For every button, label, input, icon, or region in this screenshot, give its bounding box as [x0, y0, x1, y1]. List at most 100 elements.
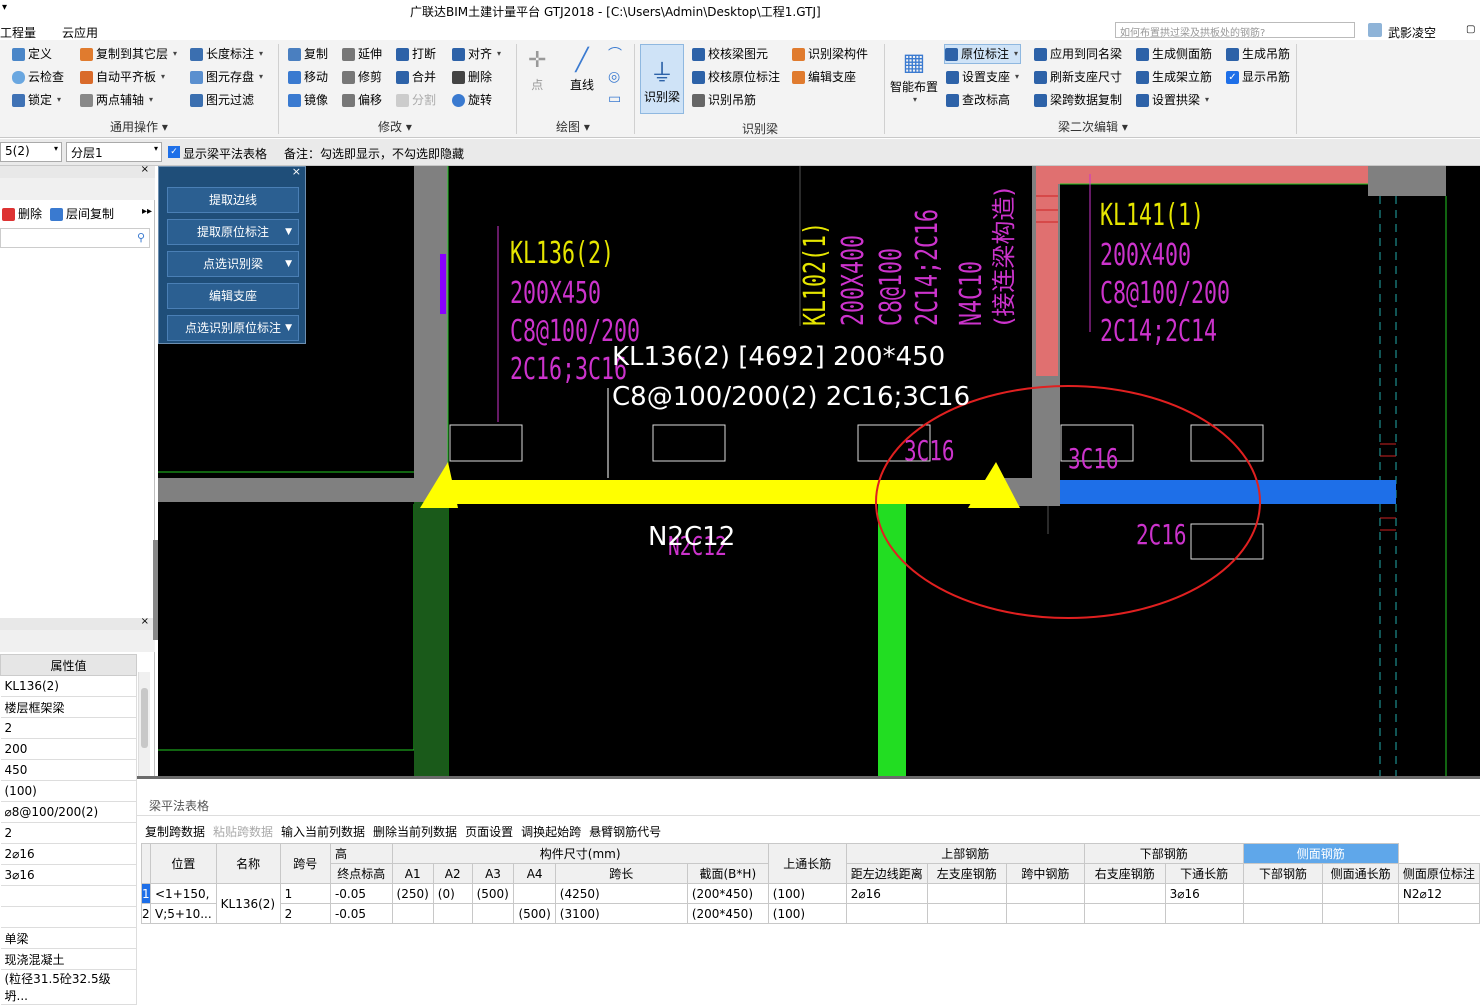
- prop-value[interactable]: [0, 906, 137, 928]
- gen-erection-bar-button[interactable]: 生成架立筋: [1136, 67, 1212, 87]
- col-span-length: 跨长: [554, 863, 688, 884]
- window-box-icon[interactable]: ▢: [1466, 24, 1475, 35]
- merge-button[interactable]: 合并: [396, 67, 436, 87]
- swap-start-span-button[interactable]: 调换起始跨: [521, 823, 581, 840]
- point-identify-beam-button[interactable]: 点选识别梁 ▼: [167, 251, 299, 277]
- prop-value[interactable]: 2: [0, 717, 137, 739]
- identify-beam-component-button[interactable]: 识别梁构件: [792, 44, 868, 64]
- prop-value[interactable]: (100): [0, 780, 137, 802]
- red-wall-horizontal: [1058, 166, 1368, 184]
- length-dim-button[interactable]: 长度标注 ▾: [190, 44, 263, 64]
- kl136-bars-label: 2C16;3C16: [510, 352, 628, 387]
- prop-value[interactable]: 现浇混凝土: [0, 948, 137, 970]
- menu-quantity[interactable]: 工程量: [0, 24, 36, 41]
- lock-button[interactable]: 锁定 ▾: [12, 90, 61, 110]
- two-point-axis-button[interactable]: 两点辅轴 ▾: [80, 90, 153, 110]
- rotate-button[interactable]: 旋转: [452, 90, 492, 110]
- delete-component-button[interactable]: 删除: [2, 204, 42, 224]
- prop-value[interactable]: KL136(2): [0, 675, 137, 697]
- user-avatar[interactable]: [1368, 23, 1382, 37]
- table-row[interactable]: 1 <1+150, KL136(2) 1 -0.05 (250) (0) (50…: [141, 883, 1480, 924]
- close-icon[interactable]: ×: [292, 165, 301, 178]
- prop-value[interactable]: [0, 885, 137, 907]
- define-button[interactable]: 定义: [12, 44, 52, 64]
- beam-info-line1: KL136(2) [4692] 200*450: [612, 342, 946, 372]
- move-button[interactable]: 移动: [288, 67, 328, 87]
- identify-beam-button[interactable]: ⏚ 识别梁: [640, 44, 684, 114]
- delete-button[interactable]: 删除: [452, 67, 492, 87]
- col-dims-group: 构件尺寸(mm): [391, 843, 769, 864]
- copy-span-button[interactable]: 复制跨数据: [145, 823, 205, 840]
- copy-span-data-button[interactable]: 梁跨数据复制: [1034, 90, 1122, 110]
- more-icon[interactable]: ▸▸: [142, 206, 152, 217]
- trim-button[interactable]: 修剪: [342, 67, 382, 87]
- floor-copy-button[interactable]: 层间复制: [50, 204, 114, 224]
- cantilever-code-button[interactable]: 悬臂钢筋代号: [589, 823, 661, 840]
- floor-select[interactable]: 5(2) ▾: [0, 142, 62, 162]
- offset-button[interactable]: 偏移: [342, 90, 382, 110]
- line-tool[interactable]: ╱ 直线: [570, 46, 594, 93]
- close-icon[interactable]: ×: [141, 164, 149, 175]
- show-hanger-checkbox[interactable]: ✓ 显示吊筋: [1226, 67, 1290, 87]
- apply-icon: [1034, 47, 1047, 61]
- break-button[interactable]: 打断: [396, 44, 436, 64]
- prop-value[interactable]: (粒径31.5砼32.5级坍...: [0, 969, 137, 1005]
- prop-value[interactable]: 单梁: [0, 927, 137, 949]
- point-identify-annotation-button[interactable]: 点选识别原位标注 ▼: [167, 315, 299, 341]
- delete-column-button[interactable]: 删除当前列数据: [373, 823, 457, 840]
- gen-side-bar-button[interactable]: 生成侧面筋: [1136, 44, 1212, 64]
- prop-value[interactable]: 楼层框架梁: [0, 696, 137, 718]
- cad-canvas[interactable]: KL136(2) 200X450 C8@100/200 2C16;3C16 KL…: [158, 166, 1480, 776]
- refresh-support-size-button[interactable]: 刷新支座尺寸: [1034, 67, 1122, 87]
- prop-value[interactable]: 2: [0, 822, 137, 844]
- set-arch-beam-button[interactable]: 设置拱梁 ▾: [1136, 90, 1209, 110]
- kl102-name-label: KL102(1): [798, 221, 833, 326]
- apply-same-name-button[interactable]: 应用到同名梁: [1034, 44, 1122, 64]
- layer-select[interactable]: 分层1 ▾: [66, 142, 162, 162]
- input-column-button[interactable]: 输入当前列数据: [281, 823, 365, 840]
- align-button[interactable]: 对齐 ▾: [452, 44, 501, 64]
- component-search-input[interactable]: ⚲: [0, 228, 150, 248]
- copy-button[interactable]: 复制: [288, 44, 328, 64]
- check-in-situ-annotation-button[interactable]: 校核原位标注: [692, 67, 780, 87]
- kl102-section-label: 200X400: [836, 234, 871, 326]
- in-situ-annotation-button[interactable]: 原位标注 ▾: [944, 44, 1022, 64]
- extract-edge-button[interactable]: 提取边线: [167, 187, 299, 213]
- point-tool[interactable]: ✛ 点: [528, 46, 546, 93]
- element-filter-button[interactable]: 图元过滤: [190, 90, 254, 110]
- auto-level-slab-button[interactable]: 自动平齐板 ▾: [80, 67, 165, 87]
- prop-value[interactable]: 2⌀16: [0, 843, 137, 865]
- page-setup-button[interactable]: 页面设置: [465, 823, 513, 840]
- prop-value[interactable]: 450: [0, 759, 137, 781]
- menu-cloud[interactable]: 云应用: [62, 24, 98, 41]
- check-elevation-button[interactable]: 查改标高: [946, 90, 1010, 110]
- edit-support-button[interactable]: 编辑支座: [792, 67, 856, 87]
- save-element-button[interactable]: 图元存盘 ▾: [190, 67, 263, 87]
- split-button[interactable]: 分割: [396, 90, 436, 110]
- set-support-button[interactable]: 设置支座 ▾: [946, 67, 1019, 87]
- rotate-icon: [452, 93, 465, 107]
- user-name[interactable]: 武影凌空: [1388, 24, 1436, 41]
- cloud-check-button[interactable]: 云检查: [12, 67, 64, 87]
- copy-to-floor-button[interactable]: 复制到其它层 ▾: [80, 44, 177, 64]
- check-beam-element-button[interactable]: 校核梁图元: [692, 44, 768, 64]
- kl141-section-label: 200X400: [1100, 238, 1192, 273]
- gen-hanger-button[interactable]: 生成吊筋: [1226, 44, 1290, 64]
- table-row[interactable]: 2 V;5+10... 2 -0.05 (500) (3100) (200*45…: [141, 903, 1480, 924]
- show-table-checkbox[interactable]: ✓: [168, 146, 180, 158]
- help-search-input[interactable]: 如何布置拱过梁及拱板处的钢筋?: [1115, 22, 1355, 38]
- extend-button[interactable]: 延伸: [342, 44, 382, 64]
- draw-extra-tools[interactable]: ⌒ ◎ ▭: [608, 44, 622, 110]
- quick-access-dropdown[interactable]: ▾: [2, 2, 7, 13]
- prop-value[interactable]: 3⌀16: [0, 864, 137, 886]
- close-icon[interactable]: ×: [141, 616, 149, 627]
- smart-layout-button[interactable]: ▦ 智能布置 ▾: [890, 46, 938, 104]
- support-icon: [792, 70, 805, 84]
- extract-annotation-button[interactable]: 提取原位标注 ▼: [167, 219, 299, 245]
- edit-support-panel-button[interactable]: 编辑支座: [167, 283, 299, 309]
- prop-value[interactable]: 200: [0, 738, 137, 760]
- paste-span-button[interactable]: 粘贴跨数据: [213, 823, 273, 840]
- prop-value[interactable]: ⌀8@100/200(2): [0, 801, 137, 823]
- identify-hanger-bar-button[interactable]: 识别吊筋: [692, 90, 756, 110]
- mirror-button[interactable]: 镜像: [288, 90, 328, 110]
